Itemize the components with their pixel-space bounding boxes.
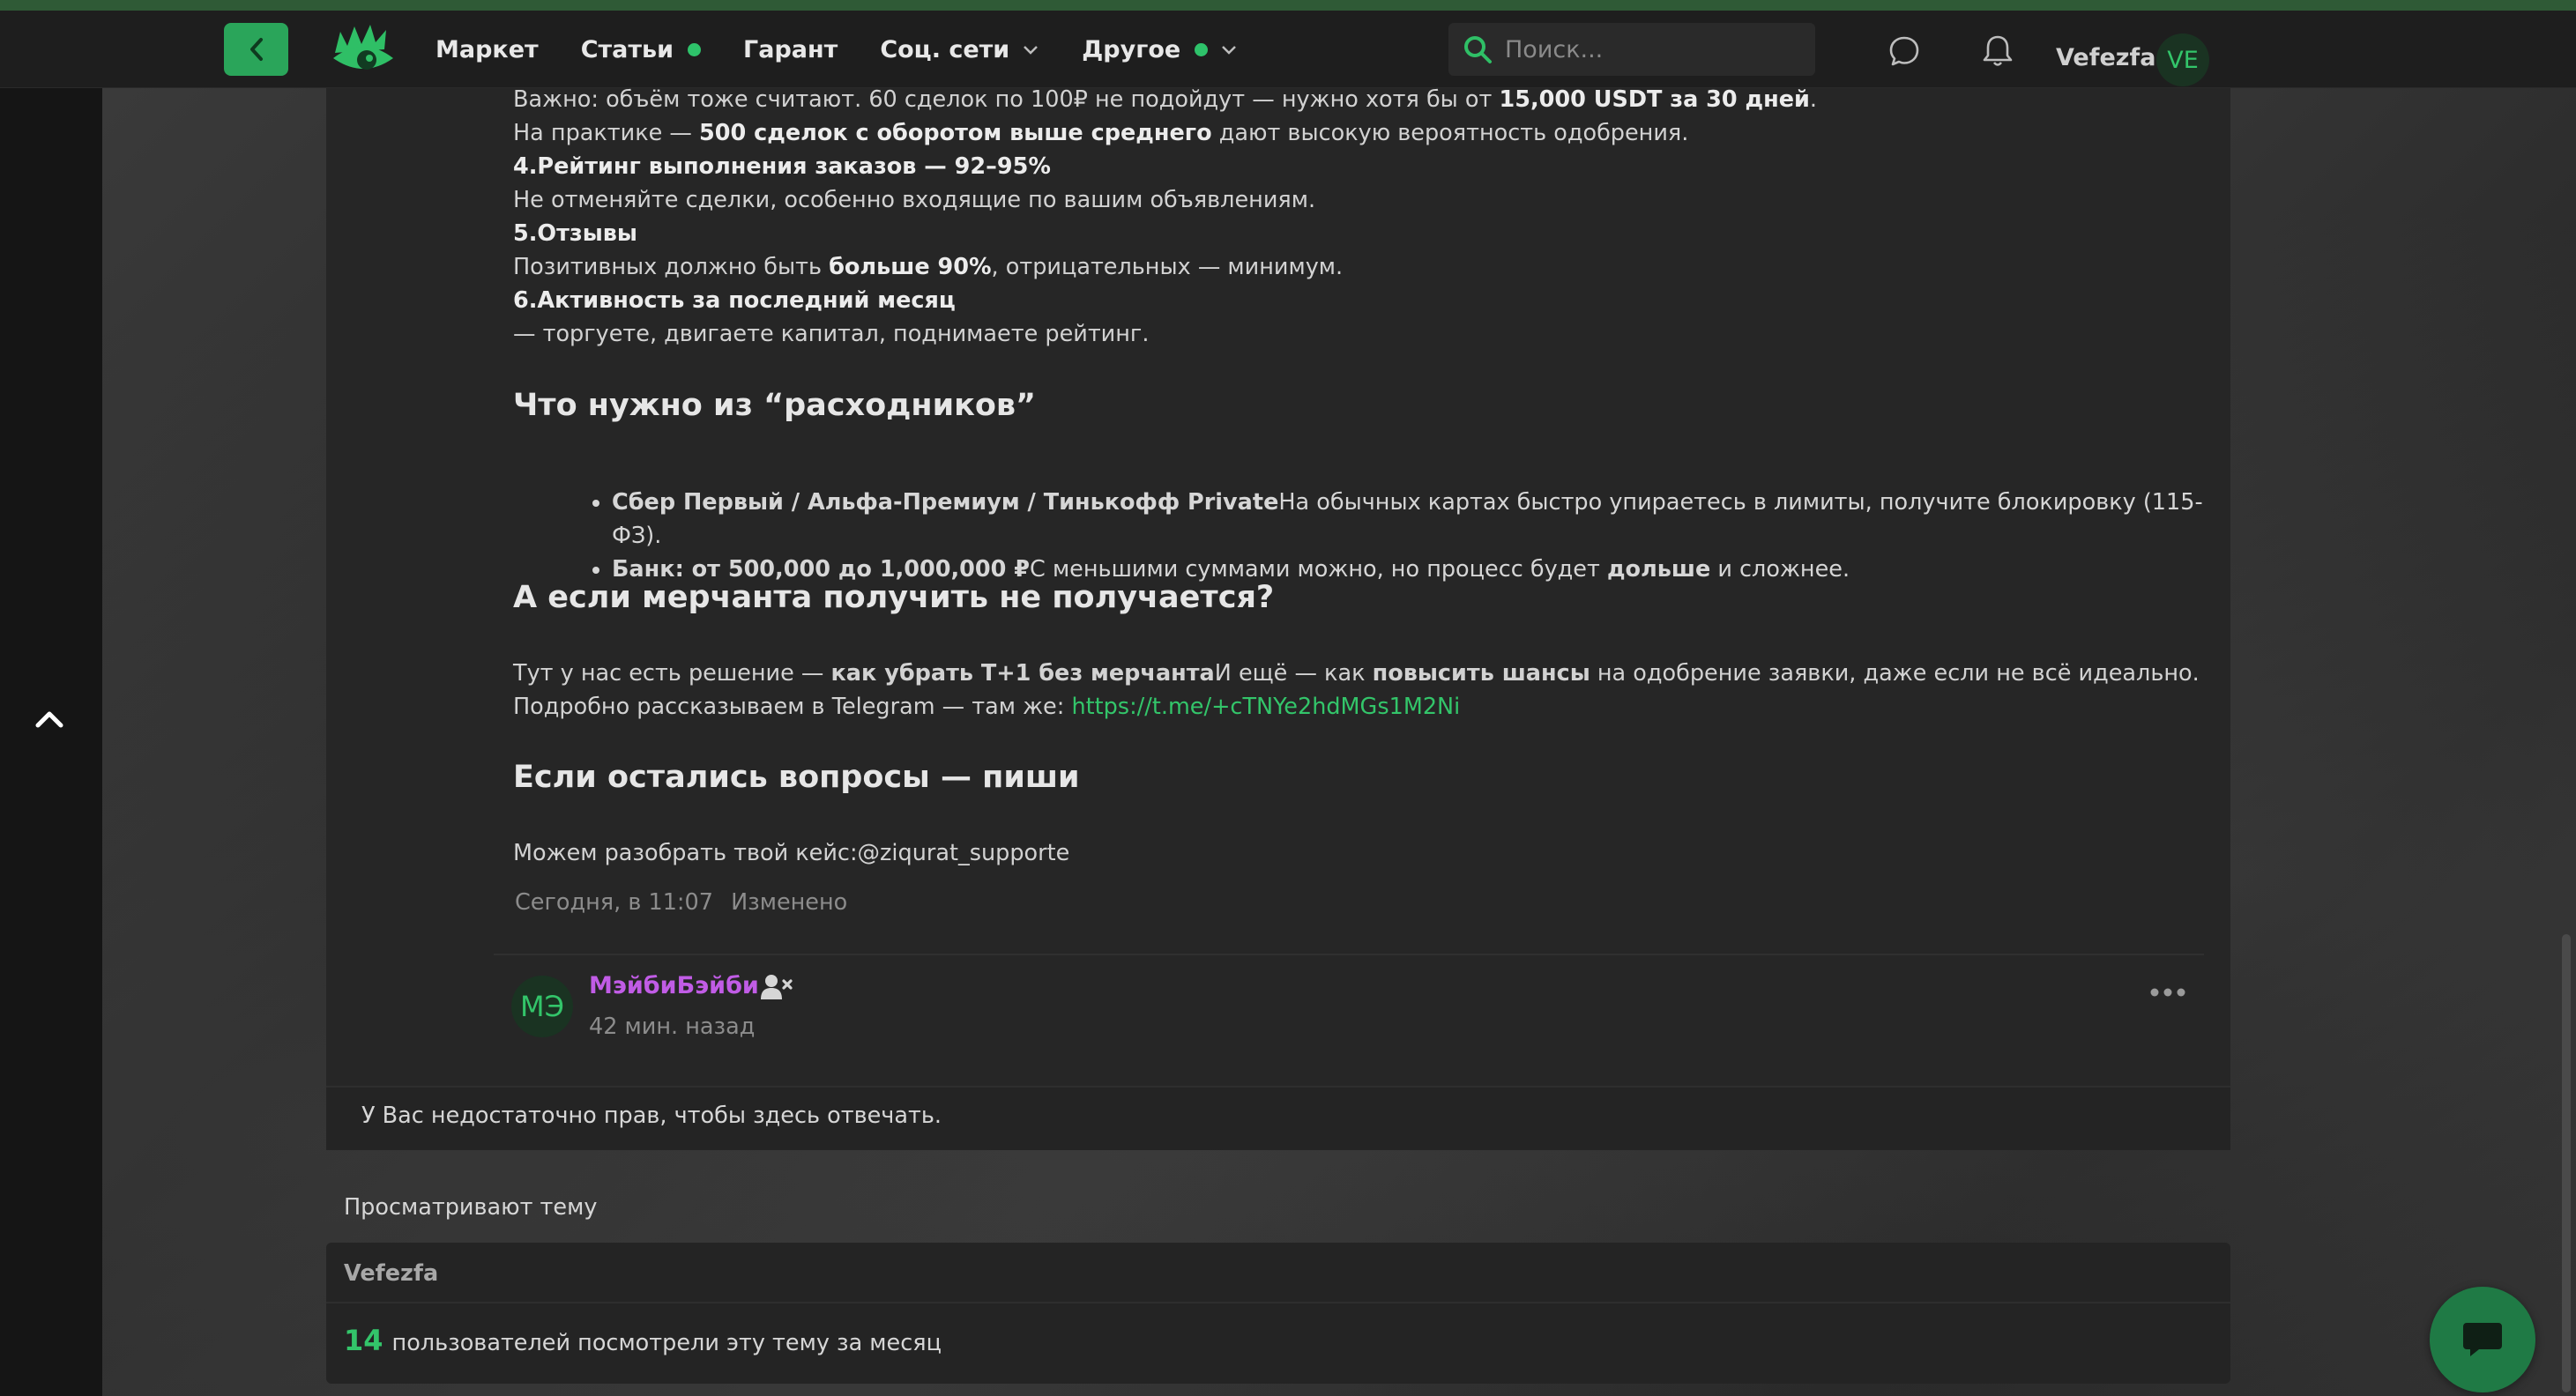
nav-market[interactable]: Маркет xyxy=(436,36,539,63)
post-line: — торгуете, двигаете капитал, поднимаете… xyxy=(513,321,1150,347)
post-subheading: 4.Рейтинг выполнения заказов — 92–95% xyxy=(513,153,1051,180)
page-scrollbar[interactable] xyxy=(2562,934,2571,1392)
heading-supplies: Что нужно из “расходников” xyxy=(513,388,1037,423)
logo-eye-icon xyxy=(333,25,393,70)
bold-text: дольше xyxy=(1606,556,1711,583)
bold-text: повысить шансы xyxy=(1372,660,1590,687)
nav-other-label: Другое xyxy=(1082,35,1181,63)
user-avatar[interactable]: VE xyxy=(2156,33,2209,86)
nav-market-label: Маркет xyxy=(436,35,539,63)
chat-icon xyxy=(2463,1323,2502,1356)
search-input[interactable] xyxy=(1505,35,1805,63)
main-nav: Маркет Статьи Гарант Соц. сети Другое xyxy=(436,30,1280,69)
bold-text: Сбер Первый / Альфа-Премиум / Тинькофф P… xyxy=(612,489,1279,516)
chevron-down-icon xyxy=(1220,43,1238,56)
bold-text: больше 90% xyxy=(829,254,992,280)
supplies-list: Сбер Первый / Альфа-Премиум / Тинькофф P… xyxy=(580,486,2220,586)
post-line: На практике — 500 сделок с оборотом выше… xyxy=(513,116,2206,150)
text: Важно: объём тоже считают. 60 сделок по … xyxy=(513,86,1500,113)
text: на одобрение заявки, даже если не всё ид… xyxy=(1590,660,2200,687)
text: . xyxy=(1809,86,1818,113)
nav-articles-label: Статьи xyxy=(580,35,674,63)
post-line: Не отменяйте сделки, особенно входящие п… xyxy=(513,187,1316,213)
back-button[interactable] xyxy=(224,23,288,76)
viewers-heading: Просматривают тему xyxy=(344,1194,598,1221)
current-username[interactable]: Vefezfa xyxy=(2056,44,2155,71)
search-box xyxy=(1448,23,1815,76)
views-text: пользователей посмотрели эту тему за мес… xyxy=(391,1330,942,1356)
site-logo[interactable] xyxy=(331,23,395,78)
post-subheading: 5.Отзывы xyxy=(513,220,637,247)
text: и сложнее. xyxy=(1710,556,1850,583)
nav-guarantor[interactable]: Гарант xyxy=(743,36,838,63)
top-navigation-bar: Маркет Статьи Гарант Соц. сети Другое Ve… xyxy=(0,11,2576,88)
telegram-paragraph: Подробно рассказываем в Telegram — там ж… xyxy=(513,690,1460,724)
bell-icon xyxy=(1983,35,2013,66)
list-item: Сбер Первый / Альфа-Премиум / Тинькофф P… xyxy=(612,486,2220,553)
viewers-panel xyxy=(326,1243,2230,1384)
text: На практике — xyxy=(513,120,700,146)
nav-guarantor-label: Гарант xyxy=(743,35,838,63)
nav-articles[interactable]: Статьи xyxy=(580,35,702,63)
divider xyxy=(494,954,2204,955)
bold-text: 500 сделок с оборотом выше среднего xyxy=(699,120,1212,146)
post-line: Позитивных должно быть больше 90%, отриц… xyxy=(513,250,2206,284)
viewer-username[interactable]: Vefezfa xyxy=(344,1260,438,1287)
post-subheading: 6.Активность за последний месяц xyxy=(513,287,956,314)
text: дают высокую вероятность одобрения. xyxy=(1211,120,1689,146)
more-options-icon[interactable] xyxy=(2149,985,2186,999)
bold-text: 15,000 USDT за 30 дней xyxy=(1499,86,1810,113)
comment-time: 42 мин. назад xyxy=(589,1014,756,1040)
views-count: 14 xyxy=(344,1324,383,1357)
comment-author[interactable]: МэйбиБэйби xyxy=(589,972,759,999)
text: Тут у нас есть решение — xyxy=(513,660,831,687)
user-remove-icon xyxy=(760,973,793,1001)
divider xyxy=(326,1302,2230,1303)
text: И ещё — как xyxy=(1214,660,1373,687)
chat-bubble-icon xyxy=(1889,36,1919,66)
text: Позитивных должно быть xyxy=(513,254,830,280)
telegram-link[interactable]: https://t.me/+cTNYe2hdMGs1M2Ni xyxy=(1071,694,1460,720)
no-permission-message: У Вас недостаточно прав, чтобы здесь отв… xyxy=(361,1103,942,1129)
scroll-to-top-button[interactable] xyxy=(32,702,67,737)
bold-text: как убрать Т+1 без мерчанта xyxy=(830,660,1215,687)
chat-widget-button[interactable] xyxy=(2430,1287,2535,1392)
search-icon xyxy=(1464,36,1492,63)
edited-label: Изменено xyxy=(731,889,848,916)
messages-button[interactable] xyxy=(1887,33,1922,69)
heading-no-merchant: А если мерчанта получить не получается? xyxy=(513,580,1275,615)
nav-socials[interactable]: Соц. сети xyxy=(880,36,1039,63)
comment-avatar[interactable]: МЭ xyxy=(511,976,573,1037)
top-accent-line xyxy=(0,0,2576,11)
contact-paragraph: Можем разобрать твой кейс:@ziqurat_suppo… xyxy=(513,840,1070,866)
views-stat: 14 пользователей посмотрели эту тему за … xyxy=(344,1324,942,1357)
post-line: Важно: объём тоже считают. 60 сделок по … xyxy=(513,83,2206,116)
heading-questions: Если остались вопросы — пиши xyxy=(513,760,1080,795)
post-meta: Сегодня, в 11:07 Изменено xyxy=(515,889,847,916)
text: Подробно рассказываем в Telegram — там ж… xyxy=(513,694,1072,720)
post-date[interactable]: Сегодня, в 11:07 xyxy=(515,889,713,916)
chevron-left-icon xyxy=(249,38,263,61)
chevron-up-icon xyxy=(35,711,63,728)
text: , отрицательных — минимум. xyxy=(991,254,1344,280)
text: С меньшими суммами можно, но процесс буд… xyxy=(1030,556,1607,583)
chevron-down-icon xyxy=(1022,43,1039,56)
new-dot-indicator xyxy=(688,42,702,56)
post-body: Важно: объём тоже считают. 60 сделок по … xyxy=(513,83,2206,351)
notifications-button[interactable] xyxy=(1980,33,2015,69)
nav-other[interactable]: Другое xyxy=(1082,36,1238,63)
new-dot-indicator xyxy=(1195,42,1209,56)
nav-socials-label: Соц. сети xyxy=(880,35,1010,63)
solution-paragraph: Тут у нас есть решение — как убрать Т+1 … xyxy=(513,657,2200,690)
bold-text: Банк: от 500,000 до 1,000,000 ₽ xyxy=(612,556,1031,583)
